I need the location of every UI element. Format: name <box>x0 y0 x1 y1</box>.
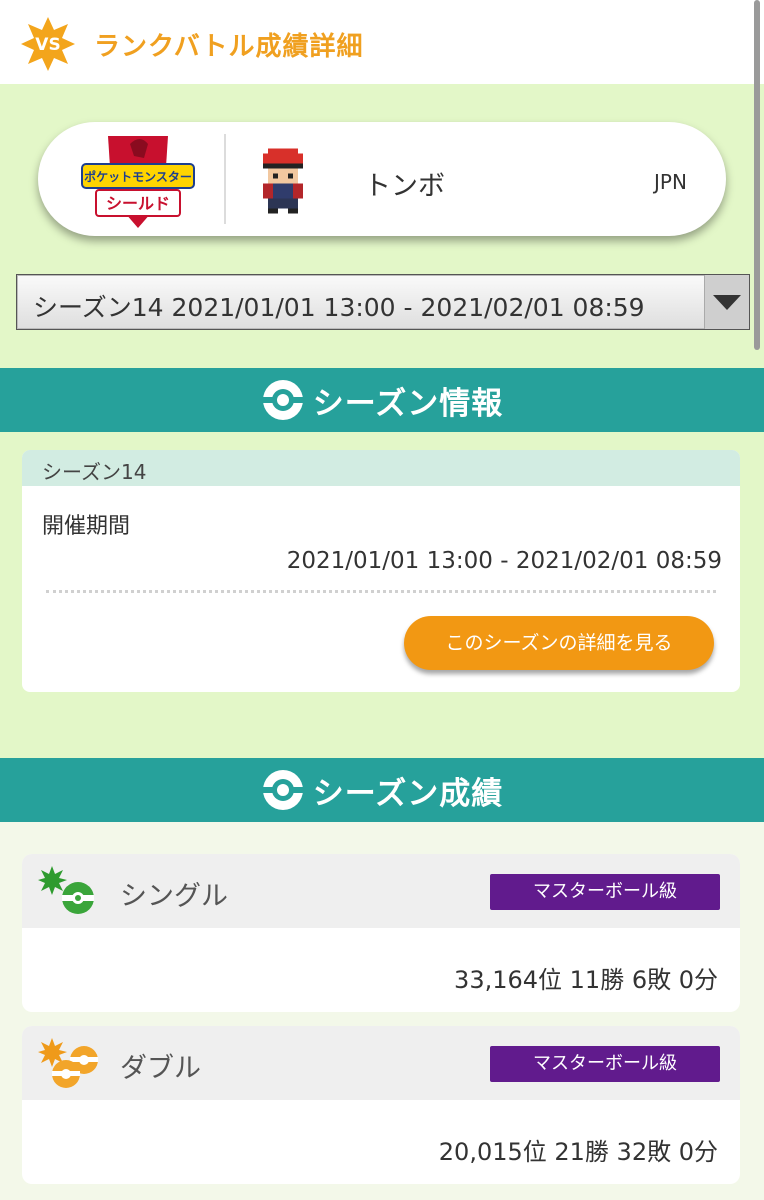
battle-format-label: シングル <box>120 881 228 912</box>
trainer-name: トンボ <box>364 171 445 202</box>
vs-badge-text: VS <box>35 35 60 55</box>
period-label: 開催期間 <box>42 514 131 539</box>
svg-text:ポケットモンスター: ポケットモンスター <box>84 169 192 184</box>
season-name: シーズン14 <box>42 460 147 484</box>
page-scrollbar[interactable] <box>754 0 760 350</box>
card-divider <box>224 134 226 224</box>
svg-text:シールド: シールド <box>106 194 170 213</box>
dotted-divider <box>46 590 716 593</box>
trainer-profile-card: ポケットモンスター シールド トンボ JPN <box>38 122 726 236</box>
result-card-header: ダブル マスターボール級 <box>22 1026 740 1100</box>
result-stats: 20,015位 21勝 32敗 0分 <box>438 1138 718 1166</box>
trainer-avatar <box>258 148 308 214</box>
season-results-header: シーズン成績 <box>0 758 764 822</box>
result-card-single: シングル マスターボール級 33,164位 11勝 6敗 0分 <box>22 854 740 1012</box>
pokemon-shield-logo: ポケットモンスター シールド <box>78 128 198 232</box>
page-header: VS ランクバトル成績詳細 <box>0 0 764 84</box>
single-battle-icon <box>38 866 94 914</box>
season-info-card: シーズン14 開催期間 2021/01/01 13:00 - 2021/02/0… <box>22 450 740 692</box>
result-card-header: シングル マスターボール級 <box>22 854 740 928</box>
season-detail-button[interactable]: このシーズンの詳細を見る <box>404 616 714 670</box>
chevron-down-icon <box>713 295 741 310</box>
pokeball-icon <box>262 380 303 420</box>
period-value: 2021/01/01 13:00 - 2021/02/01 08:59 <box>286 548 722 574</box>
pokeball-icon <box>262 770 303 810</box>
vs-badge-icon: VS <box>20 16 76 72</box>
season-select[interactable]: シーズン14 2021/01/01 13:00 - 2021/02/01 08:… <box>16 274 750 330</box>
season-select-toggle[interactable] <box>704 275 749 329</box>
double-battle-icon <box>38 1038 98 1088</box>
region-code: JPN <box>654 170 687 194</box>
season-results-title: シーズン成績 <box>312 775 504 812</box>
season-name-bar: シーズン14 <box>22 450 740 486</box>
season-info-title: シーズン情報 <box>312 385 504 422</box>
page-title: ランクバトル成績詳細 <box>94 32 364 62</box>
season-select-value: シーズン14 2021/01/01 13:00 - 2021/02/01 08:… <box>33 293 645 322</box>
rank-class-badge: マスターボール級 <box>490 1046 720 1082</box>
result-stats: 33,164位 11勝 6敗 0分 <box>454 966 718 994</box>
season-info-header: シーズン情報 <box>0 368 764 432</box>
result-card-double: ダブル マスターボール級 20,015位 21勝 32敗 0分 <box>22 1026 740 1184</box>
rank-class-badge: マスターボール級 <box>490 874 720 910</box>
battle-format-label: ダブル <box>120 1053 201 1084</box>
